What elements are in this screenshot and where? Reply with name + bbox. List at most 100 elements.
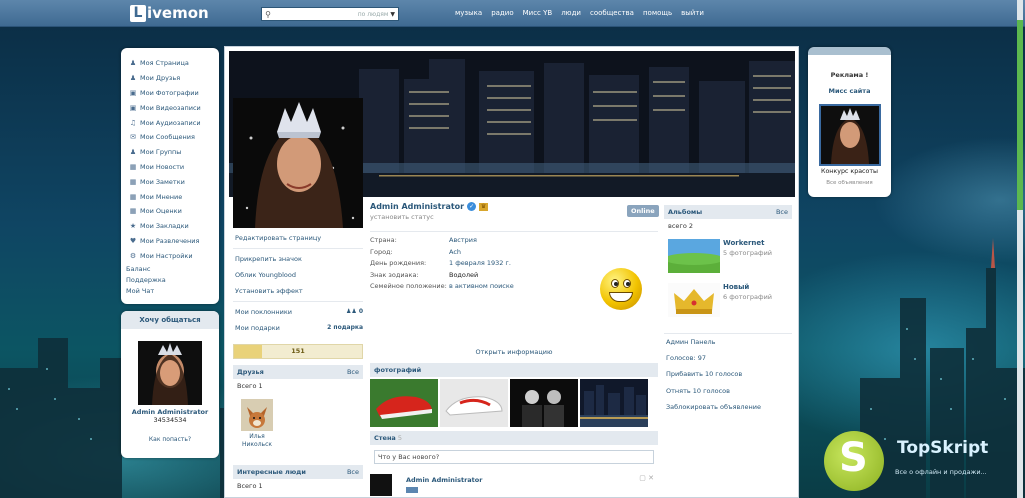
nav-radio[interactable]: радио: [491, 9, 513, 17]
sidebar-link-chat[interactable]: Мой Чат: [126, 287, 219, 298]
post-badge: [406, 486, 418, 493]
photo-thumb[interactable]: [510, 378, 578, 427]
photo-icon: ▣: [129, 88, 137, 97]
friend-name: Илья Никольск: [242, 433, 272, 448]
search-box[interactable]: ⚲ по людям ▼: [261, 7, 399, 21]
ad-image[interactable]: [818, 104, 881, 166]
nav-communities[interactable]: сообщества: [590, 9, 634, 17]
gifts-row[interactable]: Мои подарки 2 подарка: [233, 320, 363, 336]
how-to-get-in-link[interactable]: Как попасть?: [121, 436, 219, 443]
groups-icon: ♟: [129, 148, 137, 157]
albums-all-link[interactable]: Все: [776, 205, 788, 219]
smiley-icon: [600, 268, 642, 310]
post-author-avatar[interactable]: [370, 473, 392, 496]
want-to-chat-avatar[interactable]: [138, 341, 202, 405]
profile-name: Admin Administrator: [370, 202, 465, 211]
chevron-down-icon[interactable]: ▼: [390, 11, 398, 18]
ad-box: Реклама ! Мисс сайта Конкурс красоты Все…: [808, 47, 891, 197]
info-row-country: Страна: Австрия: [370, 236, 477, 244]
photo-thumb[interactable]: [370, 378, 438, 427]
friends-all-link[interactable]: Все: [347, 365, 359, 379]
sidebar-item-photos[interactable]: ▣ Мои Фотографии: [128, 86, 219, 101]
post-author-name[interactable]: Admin Administrator: [406, 476, 482, 484]
sidebar-item-ratings[interactable]: ▦ Мои Оценки: [128, 204, 219, 219]
nav-miss[interactable]: Мисс YB: [523, 9, 553, 17]
sidebar-item-opinion[interactable]: ▦ Мои Мнение: [128, 189, 219, 204]
ad-title: Реклама !: [830, 71, 869, 79]
nav-music[interactable]: музыка: [455, 9, 482, 17]
profile-actions-column: Редактировать страницу Прикрепить значок…: [233, 230, 363, 493]
sidebar-item-news[interactable]: ▦ Мои Новости: [128, 160, 219, 175]
profile-avatar[interactable]: [233, 98, 363, 228]
sidebar-item-settings[interactable]: ⚙ Мои Настройки: [128, 248, 219, 263]
photos-title[interactable]: фотографий: [370, 362, 658, 377]
friend-item[interactable]: Илья Никольск: [237, 399, 277, 449]
all-ads-link[interactable]: Все объявления: [808, 180, 891, 186]
want-to-chat-title: Хочу общаться: [121, 311, 219, 329]
sidebar-item-my-page[interactable]: ♟ Моя Страница: [128, 56, 219, 71]
sidebar-item-entertainment[interactable]: ♥ Мои Развлечения: [128, 234, 219, 249]
block-ad-link[interactable]: Заблокировать объявление: [664, 403, 792, 419]
wall-post: Admin Administrator ▢ ✕: [370, 473, 658, 496]
nav-logout[interactable]: выйти: [681, 9, 704, 17]
gear-icon: ⚙: [129, 251, 137, 260]
album-item[interactable]: Workernet 5 фотографий: [664, 239, 792, 273]
scrollbar[interactable]: [1017, 0, 1023, 498]
theme-link[interactable]: Облик Youngblood: [233, 267, 363, 283]
fans-row[interactable]: Мои поклонники ♟♟ 0: [233, 304, 363, 320]
close-icon[interactable]: ▢ ✕: [639, 474, 654, 482]
sidebar-item-friends[interactable]: ♟ Мои Друзья: [128, 71, 219, 86]
search-icon[interactable]: ⚲: [262, 10, 274, 19]
profile-info-column: Admin Administrator ✓ ♛ Online установит…: [370, 202, 659, 496]
edit-page-link[interactable]: Редактировать страницу: [233, 230, 363, 246]
sidebar-item-audio[interactable]: ♫ Мои Аудиозаписи: [128, 115, 219, 130]
top-bar: Livemon ⚲ по людям ▼ музыка радио Мисс Y…: [0, 0, 1025, 27]
sidebar-item-videos[interactable]: ▣ Мои Видеозаписи: [128, 100, 219, 115]
photo-strip: [370, 378, 658, 427]
scrollbar-thumb[interactable]: [1017, 20, 1023, 210]
set-status-link[interactable]: установить статус: [370, 213, 658, 221]
interesting-all-link[interactable]: Все: [347, 465, 359, 479]
wall-post-input[interactable]: Что у Вас нового?: [374, 449, 654, 464]
sidebar-item-bookmarks[interactable]: ★ Мои Закладки: [128, 219, 219, 234]
sidebar-link-balance[interactable]: Баланс: [126, 265, 219, 276]
photo-thumb[interactable]: [440, 378, 508, 427]
friends-title[interactable]: Друзья: [237, 365, 264, 379]
rating-icon: ▦: [129, 207, 137, 216]
remove-votes-link[interactable]: Отнять 10 голосов: [664, 387, 792, 403]
admin-panel-link[interactable]: Админ Панель: [664, 338, 792, 354]
nav-people[interactable]: люди: [561, 9, 581, 17]
wall-title[interactable]: Стена: [374, 434, 396, 442]
add-votes-link[interactable]: Прибавить 10 голосов: [664, 370, 792, 386]
fans-count: ♟♟ 0: [345, 308, 363, 315]
albums-title[interactable]: Альбомы: [668, 205, 702, 219]
search-scope[interactable]: по людям: [274, 11, 390, 18]
interesting-people-block: Интересные люди Все Всего 1: [233, 465, 363, 493]
sidebar-link-support[interactable]: Поддержка: [126, 276, 219, 287]
friends-block: Друзья Все Всего 1 Илья Никольск: [233, 365, 363, 449]
photos-block: фотографий: [370, 362, 658, 427]
profile-name-line: Admin Administrator ✓ ♛: [370, 202, 658, 211]
album-item[interactable]: Новый 6 фотографий: [668, 283, 792, 317]
nav-help[interactable]: помощь: [643, 9, 672, 17]
admin-links: Админ Панель Голосов: 97 Прибавить 10 го…: [664, 333, 792, 419]
open-info-link[interactable]: Открыть информацию: [370, 348, 658, 356]
ad-caption: Конкурс красоты: [820, 168, 879, 175]
want-to-chat-name[interactable]: Admin Administrator: [121, 408, 219, 416]
video-icon: ▣: [129, 103, 137, 112]
sidebar-item-notes[interactable]: ▦ Мои Заметки: [128, 174, 219, 189]
wall-count: 5: [397, 433, 403, 442]
sidebar-item-messages[interactable]: ✉ Мои Сообщения: [128, 130, 219, 145]
rating-bar[interactable]: 151: [233, 344, 363, 359]
attach-badge-link[interactable]: Прикрепить значок: [233, 251, 363, 267]
photo-thumb[interactable]: [580, 378, 648, 427]
interesting-title[interactable]: Интересные люди: [237, 465, 306, 479]
sidebar-item-groups[interactable]: ♟ Мои Группы: [128, 145, 219, 160]
rating-value: 151: [291, 347, 305, 355]
news-icon: ▦: [129, 162, 137, 171]
want-to-chat-number: 34534534: [153, 416, 187, 424]
site-logo[interactable]: Livemon: [130, 3, 209, 23]
set-effect-link[interactable]: Установить эффект: [233, 283, 363, 299]
ad-subtitle[interactable]: Мисс сайта: [808, 87, 891, 95]
interesting-count: Всего 1: [237, 482, 263, 490]
